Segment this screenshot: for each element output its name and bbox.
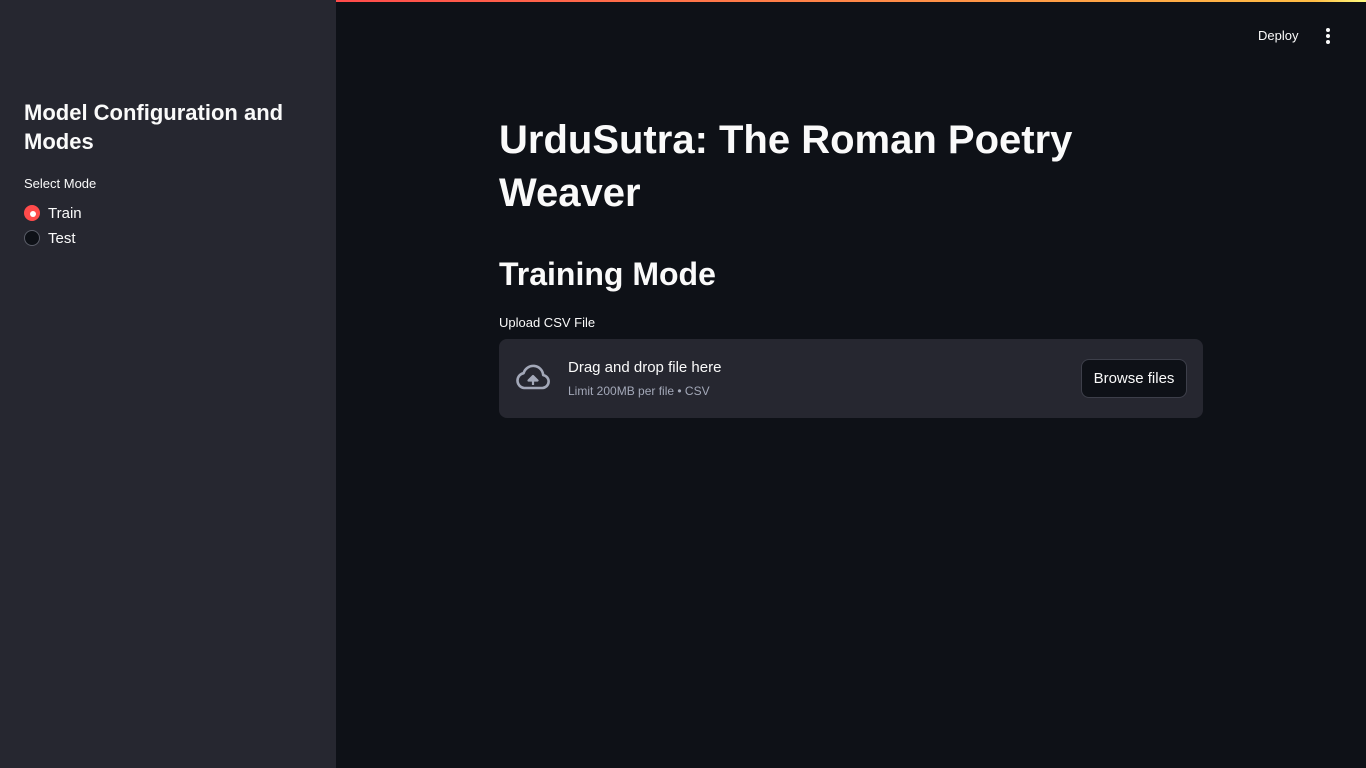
select-mode-label: Select Mode bbox=[24, 176, 97, 191]
sidebar-title: Model Configuration and Modes bbox=[24, 100, 284, 154]
radio-option-label: Train bbox=[48, 204, 82, 222]
file-uploader-label: Upload CSV File bbox=[499, 315, 596, 330]
cloud-upload-icon bbox=[516, 364, 550, 390]
radio-option-label: Test bbox=[48, 229, 76, 247]
radio-option-test[interactable]: Test bbox=[24, 228, 76, 248]
drop-instructions: Drag and drop file here bbox=[568, 359, 722, 376]
radio-option-train[interactable]: Train bbox=[24, 203, 82, 223]
top-decoration-bar bbox=[336, 0, 1366, 2]
file-dropzone[interactable]: Drag and drop file here Limit 200MB per … bbox=[499, 339, 1203, 418]
radio-button-unchecked-icon[interactable] bbox=[24, 230, 40, 246]
deploy-button[interactable]: Deploy bbox=[1248, 22, 1308, 50]
app: Model Configuration and Modes Select Mod… bbox=[0, 0, 1366, 768]
sidebar: Model Configuration and Modes Select Mod… bbox=[0, 0, 336, 768]
file-limit-text: Limit 200MB per file • CSV bbox=[568, 384, 710, 398]
page-title: UrduSutra: The Roman Poetry Weaver bbox=[499, 118, 1073, 215]
section-title: Training Mode bbox=[499, 256, 716, 292]
browse-files-button[interactable]: Browse files bbox=[1081, 359, 1187, 398]
vertical-dots-icon[interactable] bbox=[1316, 24, 1340, 48]
radio-button-checked-icon[interactable] bbox=[24, 205, 40, 221]
